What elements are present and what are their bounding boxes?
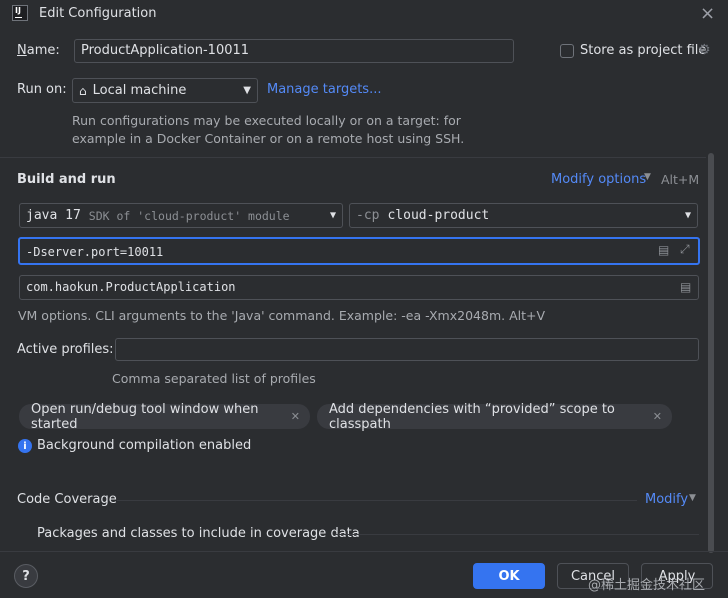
close-icon[interactable]: ✕	[291, 410, 300, 423]
main-class-value: com.haokun.ProductApplication	[26, 280, 236, 294]
watermark: @稀土掘金技术社区	[588, 578, 706, 593]
jdk-select[interactable]: java 17 SDK of 'cloud-product' module ▼	[19, 203, 343, 228]
run-on-label: Run on:	[17, 82, 67, 97]
info-text: Background compilation enabled	[37, 438, 252, 453]
chip-label: Add dependencies with “provided” scope t…	[329, 401, 615, 432]
close-icon[interactable]: ×	[700, 3, 715, 24]
scrollbar[interactable]	[708, 153, 714, 553]
document-icon[interactable]: ▤	[658, 243, 669, 257]
vm-options-input[interactable]: -Dserver.port=10011	[18, 237, 700, 265]
coverage-packages-divider	[335, 534, 699, 535]
active-profiles-label: Active profiles:	[17, 342, 114, 357]
jdk-version: java 17	[26, 208, 81, 223]
vm-options-value: -Dserver.port=10011	[26, 245, 164, 259]
run-on-hint-1: Run configurations may be executed local…	[72, 113, 461, 128]
run-on-hint-2: example in a Docker Container or on a re…	[72, 131, 465, 146]
classpath-flag: -cp	[356, 208, 380, 223]
footer-divider	[0, 551, 728, 552]
close-icon[interactable]: ✕	[653, 410, 662, 423]
chevron-down-icon: ▼	[243, 85, 251, 96]
chevron-down-icon: ▼	[329, 210, 336, 221]
active-profiles-hint: Comma separated list of profiles	[112, 371, 316, 386]
ok-button[interactable]: OK	[473, 563, 545, 589]
chevron-down-icon: ▼	[689, 493, 696, 503]
chip-provided-scope[interactable]: Add dependencies with “provided” scope t…	[317, 401, 672, 432]
run-on-select[interactable]: ⌂ Local machine ▼	[72, 78, 258, 103]
vm-options-hint: VM options. CLI arguments to the 'Java' …	[18, 308, 546, 323]
active-profiles-input[interactable]	[115, 338, 699, 361]
chip-label: Open run/debug tool window when started	[31, 401, 259, 432]
coverage-packages-label: Packages and classes to include in cover…	[37, 526, 360, 541]
info-icon: i	[18, 439, 32, 453]
modify-options-link[interactable]: Modify options	[551, 172, 646, 187]
store-project-checkbox[interactable]	[560, 44, 574, 58]
store-project-label: Store as project file	[580, 43, 707, 58]
name-input[interactable]: ProductApplication-10011	[74, 39, 514, 63]
manage-targets-link[interactable]: Manage targets...	[267, 82, 381, 97]
build-run-heading: Build and run	[17, 172, 116, 187]
classpath-select[interactable]: -cp cloud-product ▼	[349, 203, 698, 228]
coverage-heading: Code Coverage	[17, 492, 117, 507]
home-icon: ⌂	[79, 83, 87, 98]
chevron-down-icon: ▼	[684, 210, 691, 221]
name-label: Name:	[17, 43, 60, 58]
gear-icon[interactable]: ⚙	[698, 42, 711, 58]
coverage-modify-link[interactable]: Modify	[645, 492, 688, 507]
run-on-value: Local machine	[92, 83, 187, 98]
document-icon[interactable]: ▤	[680, 280, 691, 294]
expand-icon[interactable]: ⤢	[680, 242, 690, 257]
main-class-input[interactable]: com.haokun.ProductApplication	[19, 275, 699, 300]
window-title: Edit Configuration	[39, 6, 157, 21]
help-button[interactable]: ?	[14, 564, 38, 588]
chevron-down-icon: ▼	[644, 172, 651, 182]
intellij-app-icon: IJ	[12, 5, 28, 21]
classpath-module: cloud-product	[387, 208, 490, 223]
jdk-description: SDK of 'cloud-product' module	[88, 208, 290, 223]
modify-options-shortcut: Alt+M	[661, 172, 700, 187]
section-divider	[0, 157, 706, 158]
chip-open-tool-window[interactable]: Open run/debug tool window when started …	[19, 401, 310, 432]
coverage-divider	[117, 500, 637, 501]
